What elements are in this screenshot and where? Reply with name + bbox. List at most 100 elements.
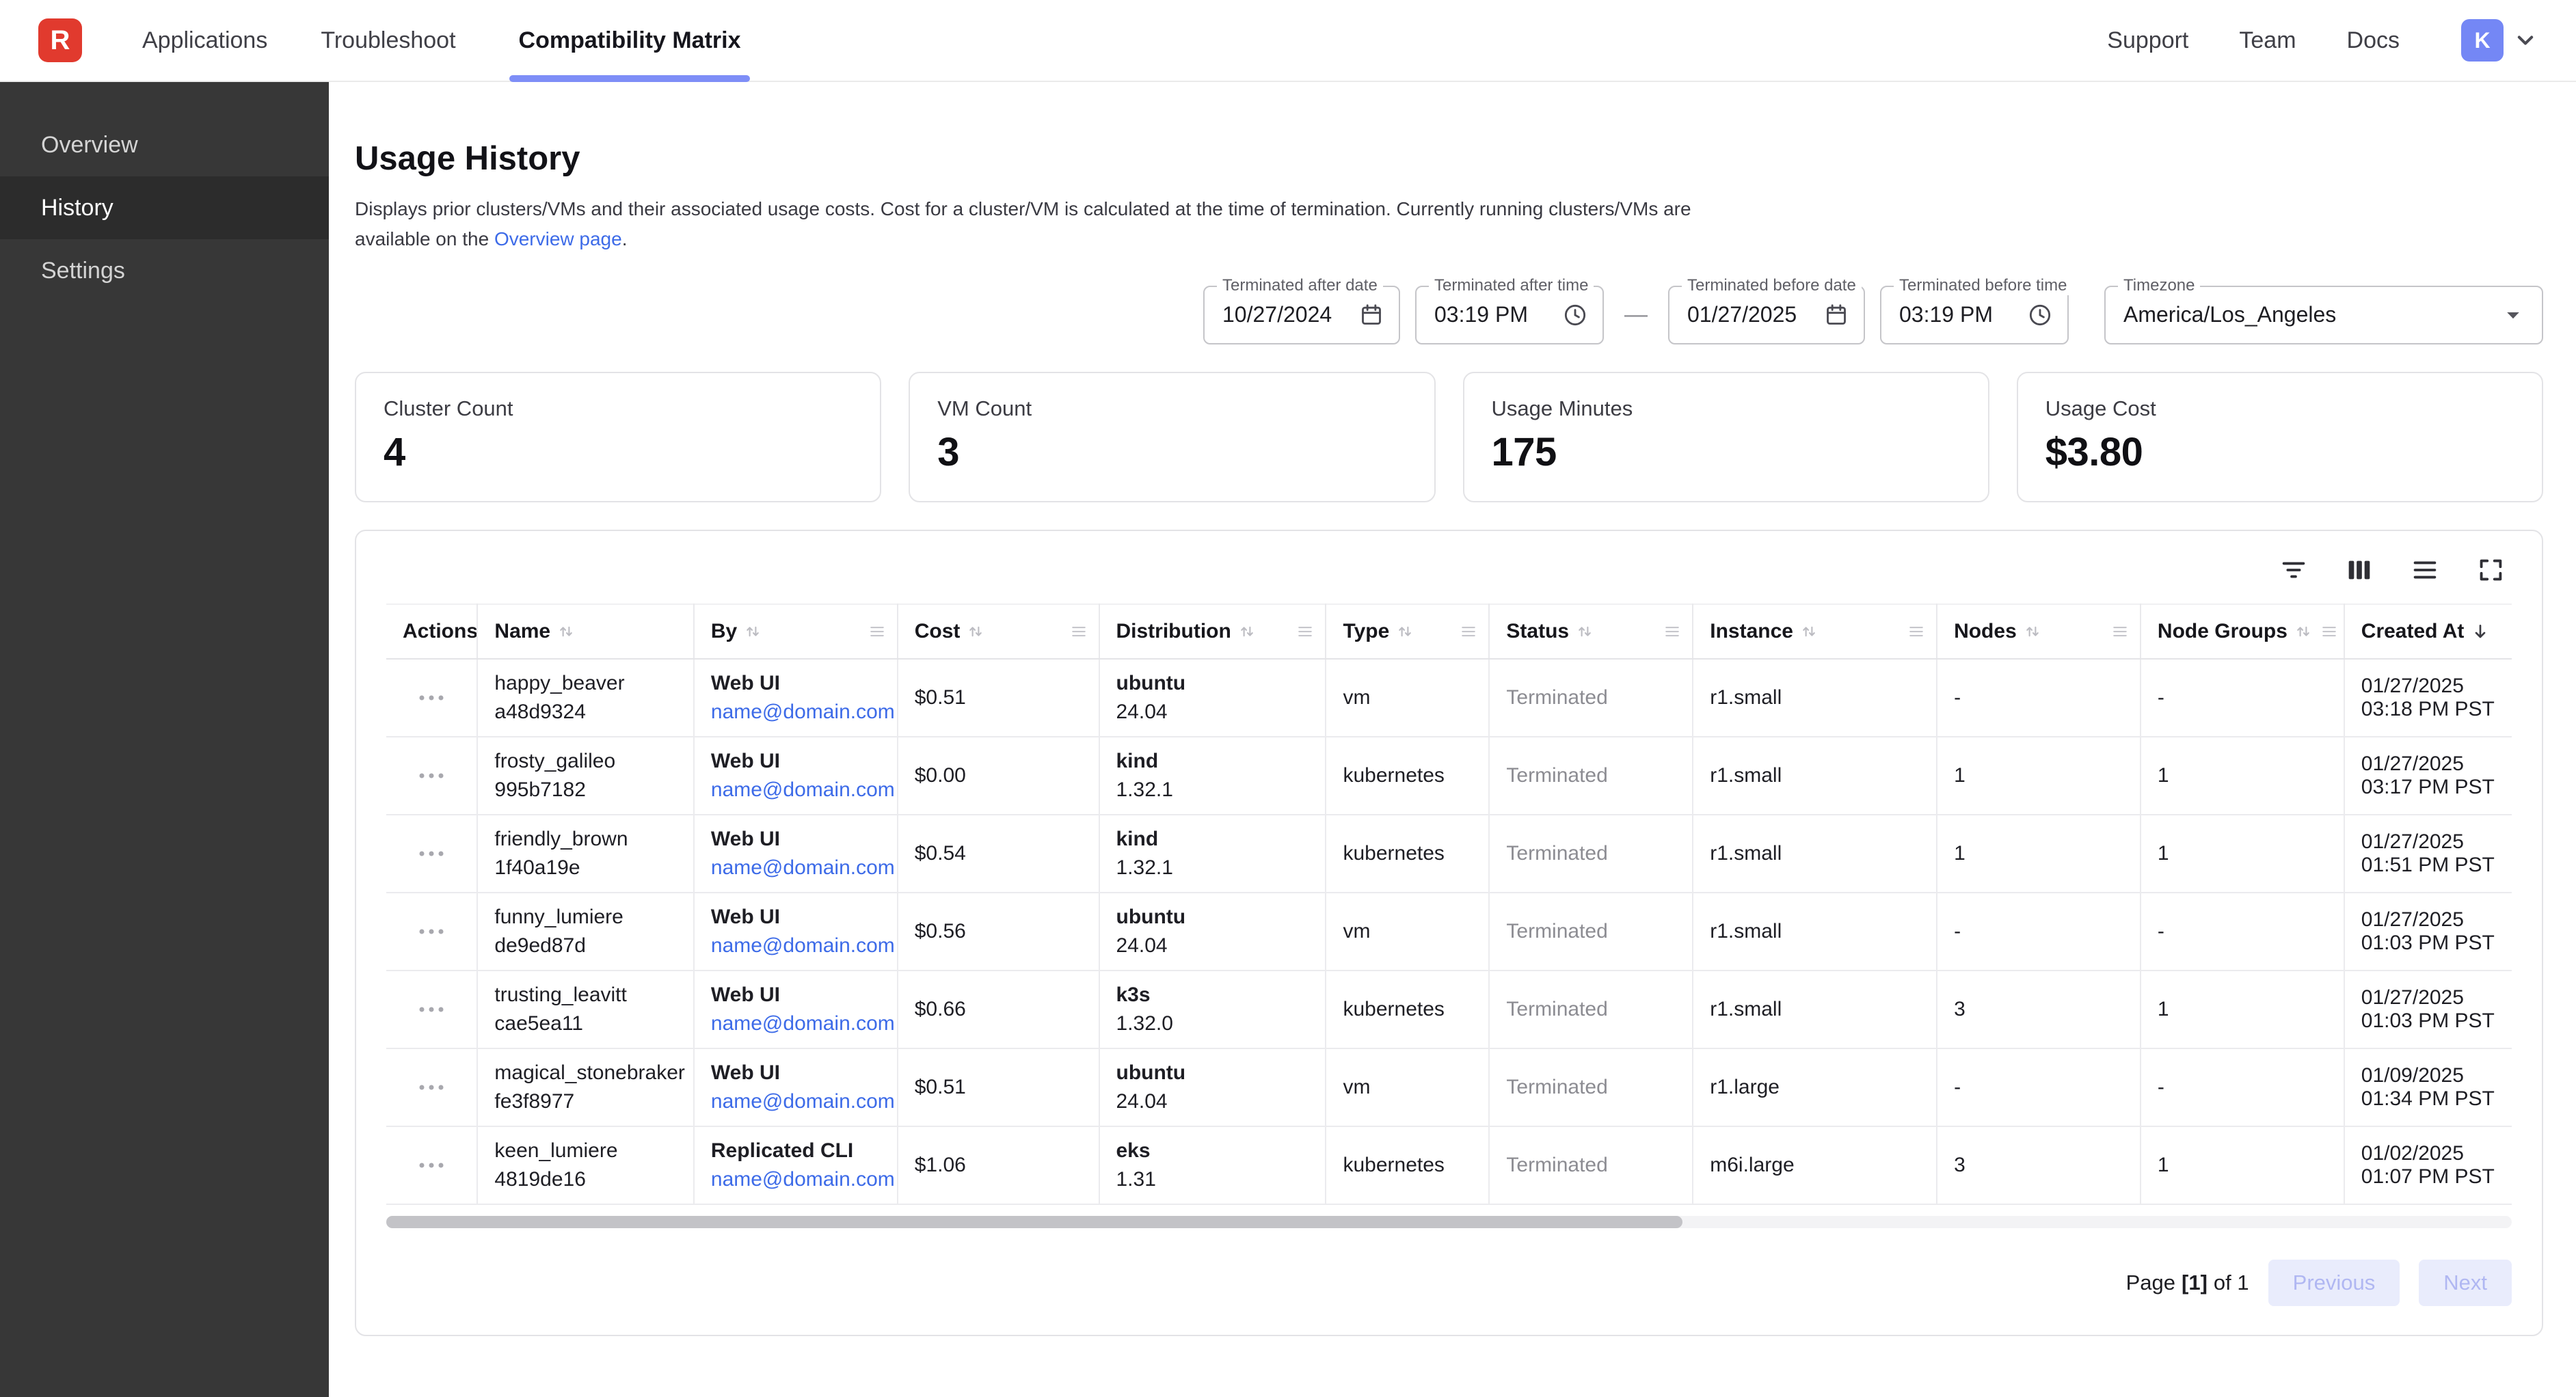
column-header-distribution[interactable]: Distribution — [1099, 604, 1326, 659]
created-time: 01:51 PM PST — [2361, 854, 2502, 877]
cost-cell: $0.66 — [898, 971, 1099, 1048]
nodes-cell: 3 — [1937, 1126, 2141, 1204]
row-actions-icon[interactable] — [417, 1003, 446, 1016]
by-cell: Web UI name@domain.com — [694, 659, 898, 737]
previous-page-button[interactable]: Previous — [2268, 1260, 2400, 1306]
name-cell: happy_beaver a48d9324 — [477, 659, 693, 737]
type-value: kubernetes — [1343, 764, 1444, 787]
nav-item-team[interactable]: Team — [2239, 27, 2296, 54]
nav-label: Troubleshoot — [321, 27, 455, 54]
column-menu-icon[interactable] — [867, 621, 887, 642]
overview-page-link[interactable]: Overview page — [494, 228, 622, 249]
sort-icon — [2293, 621, 2313, 642]
column-menu-icon[interactable] — [2110, 621, 2130, 642]
distribution-version: 1.32.0 — [1116, 1012, 1316, 1035]
fullscreen-icon[interactable] — [2475, 554, 2506, 586]
table-row: frosty_galileo 995b7182 Web UI name@doma… — [386, 737, 2512, 815]
sidebar-item-overview[interactable]: Overview — [0, 113, 329, 176]
column-menu-icon[interactable] — [1069, 621, 1089, 642]
sort-icon — [2022, 621, 2043, 642]
nav-item-troubleshoot[interactable]: Troubleshoot — [321, 0, 455, 81]
column-header-by[interactable]: By — [694, 604, 898, 659]
row-actions-icon[interactable] — [417, 847, 446, 860]
cluster-id: de9ed87d — [494, 934, 683, 958]
email-link[interactable]: name@domain.com — [711, 1012, 895, 1035]
terminated-after-date-field[interactable]: Terminated after date 10/27/2024 — [1203, 286, 1400, 344]
email-link[interactable]: name@domain.com — [711, 856, 895, 880]
density-icon[interactable] — [2409, 554, 2441, 586]
instance-value: r1.small — [1710, 998, 1782, 1020]
nav-item-applications[interactable]: Applications — [142, 0, 267, 81]
field-label: Terminated after time — [1429, 276, 1594, 295]
clock-icon[interactable] — [2026, 301, 2054, 329]
created-date: 01/27/2025 — [2361, 908, 2502, 932]
page-title: Usage History — [355, 139, 2543, 178]
column-header-nodes[interactable]: Nodes — [1937, 604, 2141, 659]
column-header-name[interactable]: Name — [477, 604, 693, 659]
nav-item-docs[interactable]: Docs — [2347, 27, 2400, 54]
replicated-logo[interactable]: R — [38, 18, 82, 62]
table-row: keen_lumiere 4819de16 Replicated CLI nam… — [386, 1126, 2512, 1204]
horizontal-scrollbar-thumb[interactable] — [386, 1216, 1682, 1228]
sort-icon — [1799, 621, 1819, 642]
nav-item-compatibility-matrix[interactable]: Compatibility Matrix — [509, 0, 751, 81]
row-actions-icon[interactable] — [417, 1159, 446, 1171]
sidebar-item-settings[interactable]: Settings — [0, 239, 329, 302]
filter-icon[interactable] — [2278, 554, 2309, 586]
column-header-status[interactable]: Status — [1489, 604, 1693, 659]
clock-icon[interactable] — [1561, 301, 1589, 329]
sidebar-item-history[interactable]: History — [0, 176, 329, 239]
status-badge: Terminated — [1506, 764, 1607, 787]
email-link[interactable]: name@domain.com — [711, 778, 895, 802]
column-menu-icon[interactable] — [1458, 621, 1479, 642]
terminated-before-time-field[interactable]: Terminated before time 03:19 PM — [1880, 286, 2069, 344]
row-actions-icon[interactable] — [417, 770, 446, 782]
terminated-before-date-field[interactable]: Terminated before date 01/27/2025 — [1668, 286, 1865, 344]
column-menu-icon[interactable] — [1906, 621, 1927, 642]
email-link[interactable]: name@domain.com — [711, 934, 895, 958]
account-menu-button[interactable]: K — [2461, 19, 2540, 62]
column-header-cost[interactable]: Cost — [898, 604, 1099, 659]
stat-value: 175 — [1492, 429, 1961, 475]
node-groups-cell: - — [2141, 893, 2344, 971]
nav-item-support[interactable]: Support — [2107, 27, 2188, 54]
actions-cell — [386, 1048, 477, 1126]
instance-cell: r1.small — [1693, 737, 1937, 815]
row-actions-icon[interactable] — [417, 692, 446, 704]
terminated-after-time-field[interactable]: Terminated after time 03:19 PM — [1415, 286, 1604, 344]
nodes-value: - — [1954, 920, 1961, 942]
row-actions-icon[interactable] — [417, 925, 446, 938]
column-header-instance[interactable]: Instance — [1693, 604, 1937, 659]
created-by-source: Replicated CLI — [711, 1139, 887, 1163]
name-cell: frosty_galileo 995b7182 — [477, 737, 693, 815]
column-menu-icon[interactable] — [1295, 621, 1315, 642]
row-actions-icon[interactable] — [417, 1081, 446, 1094]
top-right-nav: Support Team Docs K — [2107, 19, 2540, 62]
distribution-cell: ubuntu 24.04 — [1099, 1048, 1326, 1126]
calendar-icon[interactable] — [1358, 301, 1385, 329]
calendar-icon[interactable] — [1823, 301, 1850, 329]
created-at-cell: 01/27/2025 01:03 PM PST — [2344, 971, 2512, 1048]
column-menu-icon[interactable] — [1662, 621, 1682, 642]
cost-value: $0.51 — [915, 686, 966, 709]
column-header-type[interactable]: Type — [1326, 604, 1489, 659]
horizontal-scrollbar-track[interactable] — [386, 1216, 2512, 1228]
next-page-button[interactable]: Next — [2419, 1260, 2512, 1306]
created-by-source: Web UI — [711, 672, 887, 695]
sidebar-item-label: Overview — [41, 132, 138, 159]
columns-icon[interactable] — [2344, 554, 2375, 586]
email-link[interactable]: name@domain.com — [711, 701, 895, 724]
created-by-source: Web UI — [711, 984, 887, 1007]
email-link[interactable]: name@domain.com — [711, 1168, 895, 1191]
stat-card-usage-minutes: Usage Minutes 175 — [1463, 372, 1989, 502]
column-header-node-groups[interactable]: Node Groups — [2141, 604, 2344, 659]
cluster-name: friendly_brown — [494, 828, 683, 851]
instance-cell: r1.small — [1693, 971, 1937, 1048]
email-link[interactable]: name@domain.com — [711, 1090, 895, 1113]
stat-label: Usage Cost — [2045, 396, 2514, 421]
timezone-select[interactable]: Timezone America/Los_Angeles — [2104, 286, 2543, 344]
distribution-cell: ubuntu 24.04 — [1099, 893, 1326, 971]
column-header-created-at[interactable]: Created At — [2344, 604, 2512, 659]
column-menu-icon[interactable] — [2319, 621, 2339, 642]
nodes-cell: - — [1937, 1048, 2141, 1126]
